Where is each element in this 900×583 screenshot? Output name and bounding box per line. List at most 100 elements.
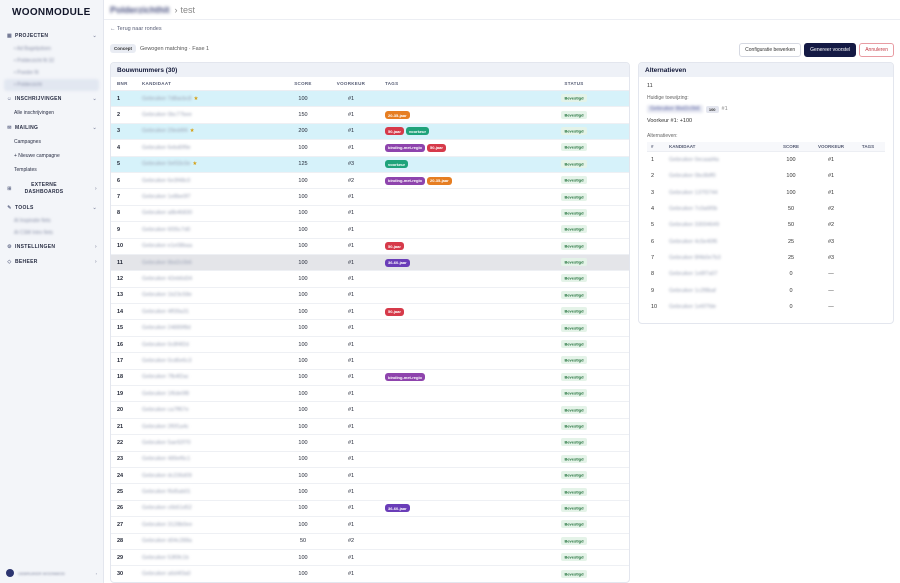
tags: 20-35-jaar	[375, 111, 543, 120]
voorkeur: #1	[347, 390, 355, 397]
table-row[interactable]: 29 Gebruiker 53f0fc1b 100 #1 Bevestigd	[111, 550, 629, 567]
alt-row[interactable]: 5 Gebruiker 33004649 50 #2	[647, 217, 885, 233]
alternatives-label: Alternatieven:	[647, 133, 678, 139]
table-row[interactable]: 11 Gebruiker 8bd2c0b6 100 #1 36-60-jaar Beves…	[111, 254, 629, 272]
back-link[interactable]: ← Terug naar rondes	[110, 26, 162, 32]
kandidaat: Gebruiker 6ebd0f9e	[142, 144, 191, 151]
table-row[interactable]: 21 Gebruiker 2f0f1a4c 100 #1 Bevestigd	[111, 419, 629, 436]
alt-col-tags: TAGS	[861, 144, 875, 149]
table-row[interactable]: 13 Gebruiker 1b23c58e 100 #1 Bevestigd	[111, 288, 629, 305]
alt-row[interactable]: 9 Gebruiker 1c2f8baf 0 —	[647, 282, 885, 298]
table-row[interactable]: 5 Gebruiker 0ef33c0e ★ 125 #3 voorkeur Bevesti…	[111, 156, 629, 173]
nav-group-externe-dashboards[interactable]: ⊞ EXTERNE DASHBOARDS ›	[0, 177, 103, 200]
nav-group-projecten[interactable]: ▦ PROJECTEN ⌄	[0, 28, 103, 43]
status: Bevestigd	[543, 94, 605, 103]
table-row[interactable]: 26 Gebruiker c6b51d52 100 #1 36-60-jaar Beves…	[111, 501, 629, 518]
alt-voorkeur: #1	[827, 157, 835, 164]
cancel-button[interactable]: Annuleren	[859, 43, 894, 57]
sidebar-item-campagnes[interactable]: Campagnes	[0, 135, 103, 149]
alt-row[interactable]: 7 Gebruiker 8f4b0e7b3 25 #3	[647, 250, 885, 266]
alt-row[interactable]: 2 Gebruiker 0bc8bff0 100 #1	[647, 168, 885, 184]
tag-badge: 50-jaar	[385, 307, 404, 316]
sidebar-item-nieuwe-campagne[interactable]: + Nieuwe campagne	[0, 149, 103, 163]
status: Bevestigd	[543, 438, 605, 447]
voorkeur: #1	[347, 521, 355, 528]
alt-row[interactable]: 3 Gebruiker 137f3744 100 #1	[647, 185, 885, 201]
bnr: 7	[117, 194, 121, 201]
sidebar-item-project[interactable]: • Ad Bagelpdoen	[0, 43, 103, 55]
grid-icon: ▦	[6, 33, 13, 39]
alt-n: 4	[651, 206, 655, 213]
voorkeur-line: Voorkeur #1: +100	[647, 118, 693, 124]
table-row[interactable]: 3 Gebruiker 29ed4f4 ★ 200 #1 50-jaar voorkeur B…	[111, 123, 629, 141]
alt-row[interactable]: 1 Gebruiker 0ecaad4a 100 #1	[647, 152, 885, 168]
table-row[interactable]: 28 Gebruiker d04c288a 50 #2 Bevestigd	[111, 534, 629, 550]
bnr: 23	[117, 456, 124, 463]
breadcrumb-separator: ›	[174, 4, 178, 15]
nav-group-instellingen[interactable]: ⚙ INSTELLINGEN ›	[0, 239, 103, 254]
sidebar-item-project[interactable]: • Poeder fit	[0, 67, 103, 79]
table-row[interactable]: 4 Gebruiker 6ebd0f9e 100 #1 binding-met-regi…	[111, 140, 629, 157]
sidebar-item-tool[interactable]: Al CSM Intro fiets	[0, 227, 103, 239]
generate-button[interactable]: Genereer voorstel	[804, 43, 857, 57]
table-row[interactable]: 23 Gebruiker 489ef6c1 100 #1 Bevestigd	[111, 452, 629, 468]
sidebar-item-tool[interactable]: Al Inspiratie fiets	[0, 215, 103, 227]
table-row[interactable]: 19 Gebruiker 1f6de0f8 100 #1 Bevestigd	[111, 386, 629, 403]
nav-group-inschrijvingen[interactable]: ☺ INSCHRIJVINGEN ⌄	[0, 91, 103, 106]
table-row[interactable]: 20 Gebruiker ca7ff67e 100 #1 Bevestigd	[111, 402, 629, 419]
table-row[interactable]: 1 Gebruiker 7d8acbc8 ★ 100 #1 Bevestigd	[111, 91, 629, 108]
configure-button[interactable]: Configuratie bewerken	[739, 43, 802, 57]
kandidaat: Gebruiker ca7ff67e	[142, 407, 189, 414]
sidebar-item-project-active[interactable]: • Polderzicht	[4, 79, 99, 91]
tag-badge: binding-met-regio	[385, 373, 425, 382]
table-row[interactable]: 6 Gebruiker 6e3f48c0 100 #2 binding-met-regi…	[111, 173, 629, 190]
alt-row[interactable]: 6 Gebruiker 4c5e40f6 25 #3	[647, 233, 885, 249]
table-row[interactable]: 2 Gebruiker 0bc77bee 150 #1 20-35-jaar Bevest…	[111, 107, 629, 124]
status: Bevestigd	[543, 487, 605, 496]
bnr: 29	[117, 554, 124, 561]
nav-group-mailing[interactable]: ✉ MAILING ⌄	[0, 120, 103, 135]
alt-col-n: #	[651, 144, 654, 149]
mail-icon: ✉	[7, 125, 12, 131]
table-row[interactable]: 25 Gebruiker f6d5ab01 100 #1 Bevestigd	[111, 484, 629, 501]
logo[interactable]: WOONMODULE	[0, 4, 103, 28]
kandidaat: Gebruiker 1e8be0f7	[142, 194, 191, 201]
alt-row[interactable]: 10 Gebruiker 1e6f7fde 0 —	[647, 299, 885, 315]
status-badge: Bevestigd	[561, 208, 587, 217]
table-row[interactable]: 16 Gebruiker 0c8f4f2d 100 #1 Bevestigd	[111, 337, 629, 354]
alt-voorkeur: —	[828, 271, 834, 278]
alt-row[interactable]: 8 Gebruiker 1e8f7a07 0 —	[647, 266, 885, 282]
alt-voorkeur: #3	[827, 254, 835, 261]
sidebar-item-templates[interactable]: Templates	[0, 163, 103, 177]
chevron-down-icon: ⌄	[92, 205, 97, 211]
score: 100	[298, 472, 308, 479]
table-row[interactable]: 8 Gebruiker a8b46830 100 #1 Bevestigd	[111, 206, 629, 223]
table-row[interactable]: 22 Gebruiker 5ae92f70 100 #1 Bevestigd	[111, 435, 629, 452]
table-row[interactable]: 7 Gebruiker 1e8be0f7 100 #1 Bevestigd	[111, 189, 629, 206]
alt-table-body: 1 Gebruiker 0ecaad4a 100 #1 2 Gebruiker 0bc8b…	[647, 152, 885, 315]
voorkeur: #1	[347, 95, 355, 102]
status-badge: Bevestigd	[561, 356, 587, 365]
user-menu[interactable]: GEBRUIKER WOONMOD ›	[6, 569, 97, 577]
table-row[interactable]: 18 Gebruiker 7fb4f2ac 100 #1 binding-met-reg…	[111, 370, 629, 387]
table-row[interactable]: 15 Gebruiker 24889f8d 100 #1 Bevestigd	[111, 320, 629, 337]
alt-row[interactable]: 4 Gebruiker 7c0a6f0b 50 #2	[647, 201, 885, 217]
table-row[interactable]: 9 Gebruiker 6f35c7d0 100 #1 Bevestigd	[111, 222, 629, 239]
table-row[interactable]: 24 Gebruiker dc236d09 100 #1 Bevestigd	[111, 468, 629, 485]
sidebar-item-project[interactable]: • Polderzicht fit 32	[0, 55, 103, 67]
voorkeur: #1	[347, 128, 355, 135]
table-row[interactable]: 12 Gebruiker 42eb6d34 100 #1 Bevestigd	[111, 271, 629, 288]
nav-group-tools[interactable]: ✎ TOOLS ⌄	[0, 200, 103, 215]
sidebar-item-alle-inschrijvingen[interactable]: Alle inschrijvingen	[0, 106, 103, 120]
star-icon: ★	[189, 128, 195, 135]
bnr: 10	[117, 243, 124, 250]
table-row[interactable]: 10 Gebruiker e1e08baa 100 #1 50-jaar Bevestig…	[111, 239, 629, 255]
table-row[interactable]: 30 Gebruiker a6d4f3a0 100 #1 Bevestigd	[111, 566, 629, 582]
nav-group-beheer[interactable]: ◇ BEHEER ›	[0, 254, 103, 269]
voorkeur: #1	[347, 357, 355, 364]
breadcrumb-project[interactable]: Polderzichthit	[110, 5, 170, 15]
table-row[interactable]: 17 Gebruiker 0cd6e6c3 100 #1 Bevestigd	[111, 353, 629, 370]
table-row[interactable]: 27 Gebruiker 3128b0ee 100 #1 Bevestigd	[111, 517, 629, 534]
status-badge: Bevestigd	[561, 372, 587, 381]
table-row[interactable]: 14 Gebruiker 4ff39a31 100 #1 50-jaar Bevestig…	[111, 304, 629, 321]
